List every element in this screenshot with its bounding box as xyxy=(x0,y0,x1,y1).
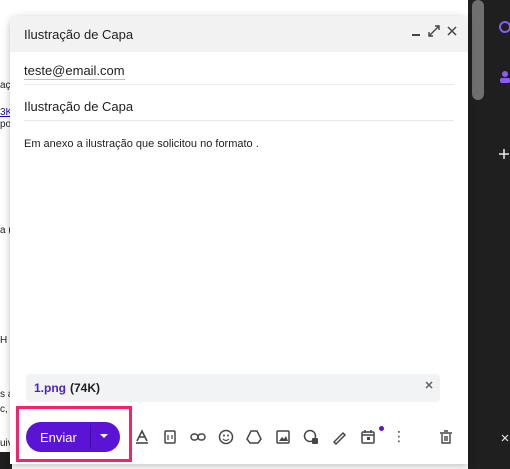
signature-icon[interactable] xyxy=(328,425,350,449)
drive-icon[interactable] xyxy=(243,425,265,449)
contacts-icon[interactable] xyxy=(498,70,510,88)
format-text-icon[interactable] xyxy=(131,425,153,449)
compose-header: Ilustração de Capa xyxy=(10,16,468,52)
emoji-icon[interactable] xyxy=(215,425,237,449)
close-icon[interactable] xyxy=(444,24,460,42)
attachment-chip[interactable]: 1.png (74K) xyxy=(26,374,440,402)
attachment-size: (74K) xyxy=(70,381,101,395)
remove-attachment-icon[interactable] xyxy=(424,379,434,394)
insert-link-icon[interactable] xyxy=(187,425,209,449)
page-scrollbar[interactable] xyxy=(472,0,484,100)
confidential-mode-icon[interactable] xyxy=(300,425,322,449)
discard-icon[interactable] xyxy=(435,425,457,449)
schedule-send-icon[interactable] xyxy=(357,425,379,449)
recipient-chip[interactable]: teste@email.com xyxy=(24,63,125,80)
insert-photo-icon[interactable] xyxy=(272,425,294,449)
background-text: aç xyxy=(0,80,11,91)
compose-title: Ilustração de Capa xyxy=(24,27,134,42)
background-text: H xyxy=(0,335,8,346)
message-body[interactable]: Em anexo a ilustração que solicitou no f… xyxy=(24,138,259,150)
subject-text[interactable]: Ilustração de Capa xyxy=(24,99,133,114)
background-text: c, xyxy=(0,404,8,415)
more-options-icon[interactable]: ⋮ xyxy=(388,425,410,449)
attachment-name[interactable]: 1.png xyxy=(34,381,66,395)
expand-panel-icon[interactable] xyxy=(500,432,510,448)
popout-icon[interactable] xyxy=(426,24,442,42)
attach-file-icon[interactable] xyxy=(159,425,181,449)
new-feature-dot xyxy=(379,426,384,431)
compose-window: Ilustração de Capa teste@email.com Ilust… xyxy=(10,16,468,464)
to-field[interactable]: teste@email.com xyxy=(24,54,454,85)
send-highlight-box xyxy=(16,406,132,462)
add-addon-icon[interactable] xyxy=(499,148,510,164)
tasks-icon[interactable] xyxy=(498,20,510,38)
subject-field[interactable]: Ilustração de Capa xyxy=(24,90,454,121)
minimize-icon[interactable] xyxy=(408,24,424,42)
